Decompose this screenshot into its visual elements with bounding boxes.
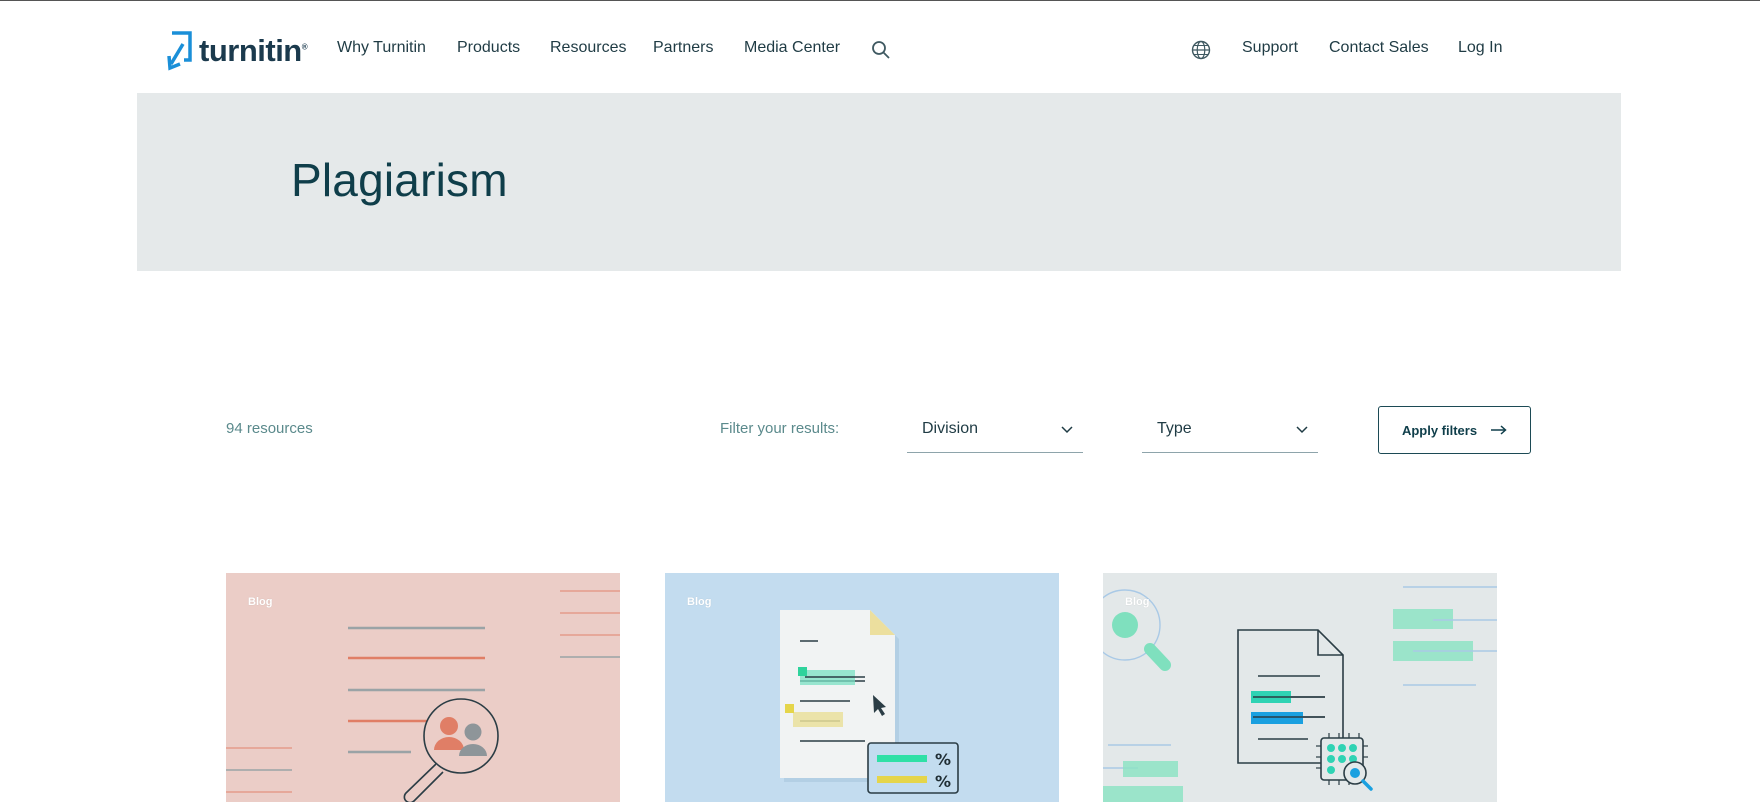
resource-count: 94 resources [226, 420, 313, 437]
search-icon[interactable] [871, 40, 891, 60]
resource-card[interactable]: Blog [226, 573, 620, 802]
type-select-label: Type [1157, 420, 1192, 437]
document-scan-illustration [1103, 586, 1497, 802]
apply-filters-label: Apply filters [1401, 422, 1478, 438]
nav-resources[interactable]: Resources [550, 39, 626, 57]
turnitin-logo-icon [167, 31, 192, 71]
card-type-badge: Blog [687, 596, 712, 608]
turnitin-logo[interactable]: turnitin® [165, 29, 308, 73]
card-type-badge: Blog [248, 596, 273, 608]
apply-filters-button[interactable]: Apply filters [1378, 406, 1531, 454]
filter-label: Filter your results: [720, 420, 840, 437]
nav-media-center[interactable]: Media Center [744, 39, 840, 57]
globe-icon[interactable] [1191, 40, 1211, 60]
nav-contact-sales[interactable]: Contact Sales [1329, 39, 1429, 57]
svg-text:%: % [935, 750, 951, 769]
logo-wordmark: turnitin® [199, 33, 308, 68]
nav-partners[interactable]: Partners [653, 39, 713, 57]
plagiarism-people-illustration [226, 590, 620, 802]
chevron-down-icon [1061, 426, 1073, 434]
hero-banner: Plagiarism [137, 93, 1621, 271]
nav-log-in[interactable]: Log In [1458, 39, 1502, 57]
division-select-label: Division [922, 420, 979, 437]
svg-text:%: % [935, 772, 951, 791]
division-select[interactable]: Division [907, 406, 1083, 453]
nav-products[interactable]: Products [457, 39, 520, 57]
site-header: turnitin® Why Turnitin Products Resource… [0, 1, 1760, 93]
card-type-badge: Blog [1125, 596, 1150, 608]
nav-support[interactable]: Support [1242, 39, 1298, 57]
type-select[interactable]: Type [1142, 406, 1318, 453]
page-title: Plagiarism [291, 154, 508, 206]
resource-card[interactable]: Blog [1103, 573, 1497, 802]
resource-card[interactable]: % % Blog [665, 573, 1059, 802]
chevron-down-icon [1296, 426, 1308, 434]
nav-why-turnitin[interactable]: Why Turnitin [337, 39, 426, 57]
similarity-report-illustration: % % [780, 610, 959, 794]
arrow-right-icon [1491, 425, 1507, 435]
